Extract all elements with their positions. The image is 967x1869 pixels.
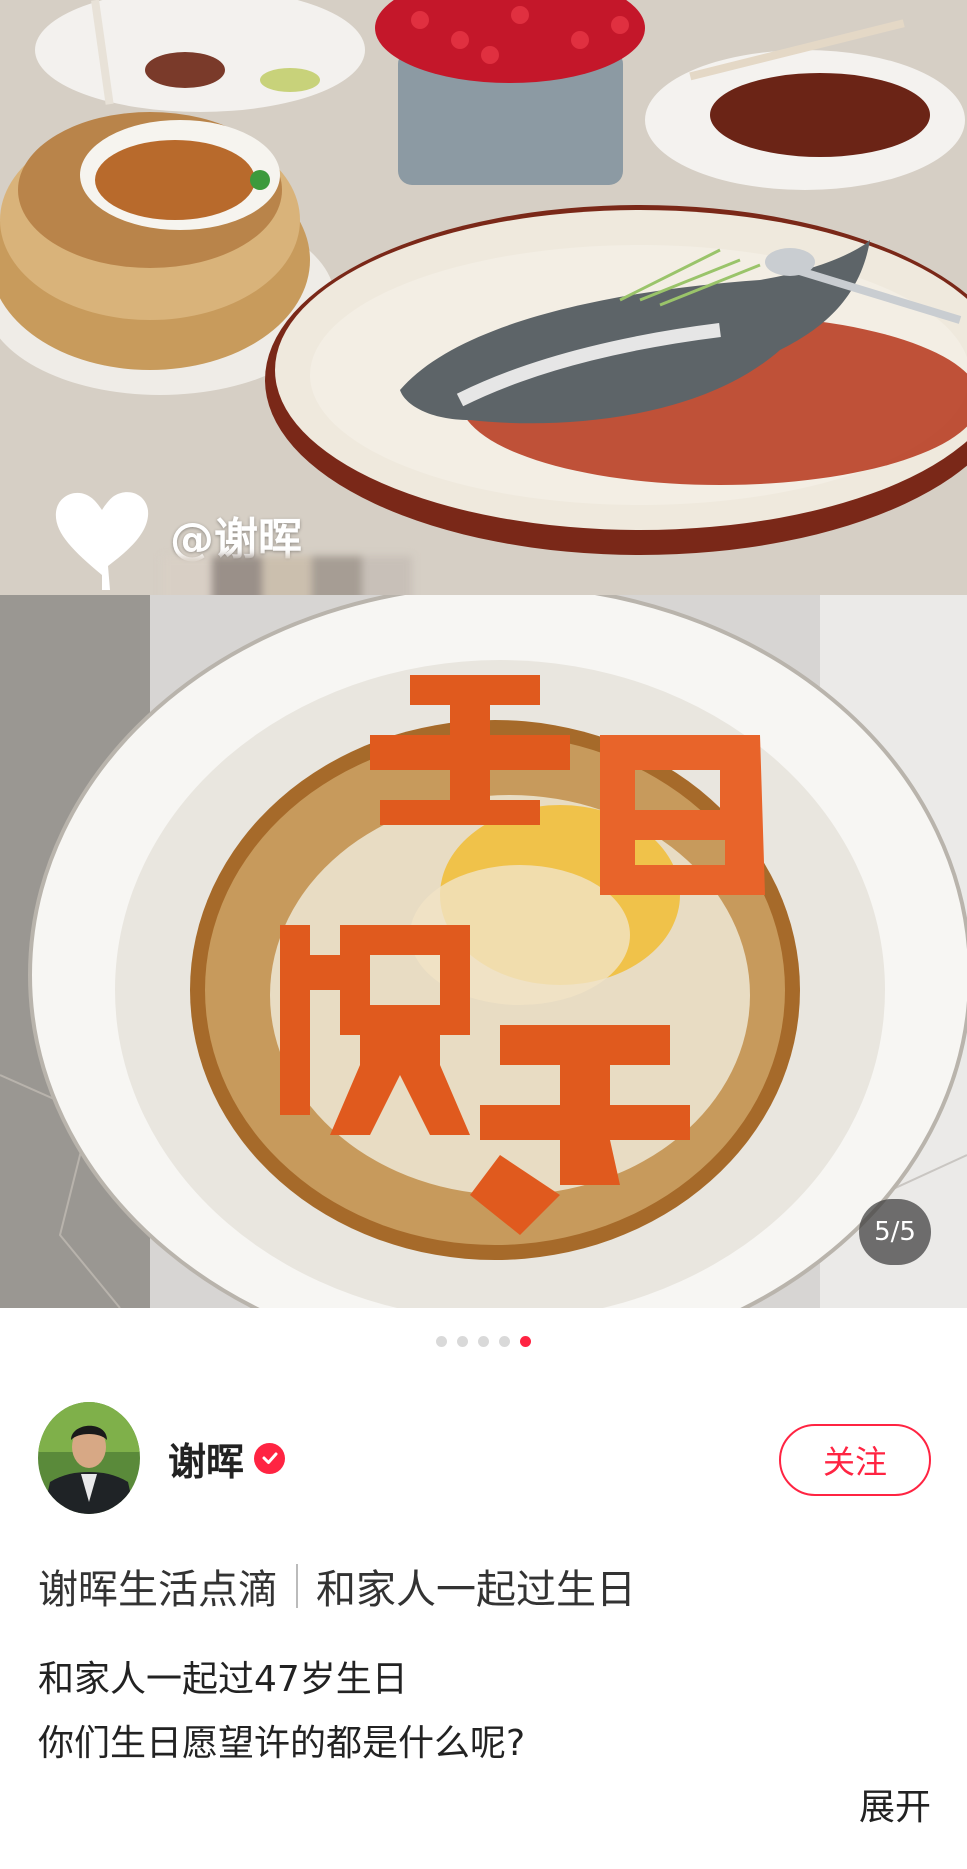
post-title-topic: 谢晖生活点滴: [38, 1567, 278, 1613]
title-divider: [296, 1564, 298, 1608]
post-title: 谢晖生活点滴 和家人一起过生日: [38, 1557, 636, 1615]
image-carousel[interactable]: @谢晖 5/5: [0, 0, 967, 1308]
expand-link[interactable]: 展开: [859, 1778, 931, 1830]
check-circle-icon: [254, 1442, 286, 1474]
pagination-dot-active[interactable]: [520, 1336, 531, 1347]
post-body-line: 和家人一起过47岁生日: [38, 1659, 408, 1700]
post-body: 和家人一起过47岁生日 你们生日愿望许的都是什么呢?: [38, 1648, 525, 1776]
heart-icon: [55, 492, 149, 590]
avatar[interactable]: [38, 1402, 140, 1514]
page-counter: 5/5: [859, 1199, 931, 1265]
post-body-line: 你们生日愿望许的都是什么呢?: [38, 1723, 526, 1764]
author-name[interactable]: 谢晖: [168, 1431, 244, 1486]
follow-button[interactable]: 关注: [779, 1424, 931, 1496]
author-row: 谢晖 关注: [38, 1402, 931, 1514]
pagination-dot[interactable]: [478, 1336, 489, 1347]
carousel-pagination: [0, 1336, 967, 1347]
post-title-subject: 和家人一起过生日: [316, 1567, 636, 1613]
banquet-table-photo: @谢晖: [0, 0, 967, 595]
blurred-area: [162, 556, 412, 595]
pagination-dot[interactable]: [436, 1336, 447, 1347]
pagination-dot[interactable]: [499, 1336, 510, 1347]
pagination-dot[interactable]: [457, 1336, 468, 1347]
birthday-fried-egg-photo: [0, 595, 967, 1308]
